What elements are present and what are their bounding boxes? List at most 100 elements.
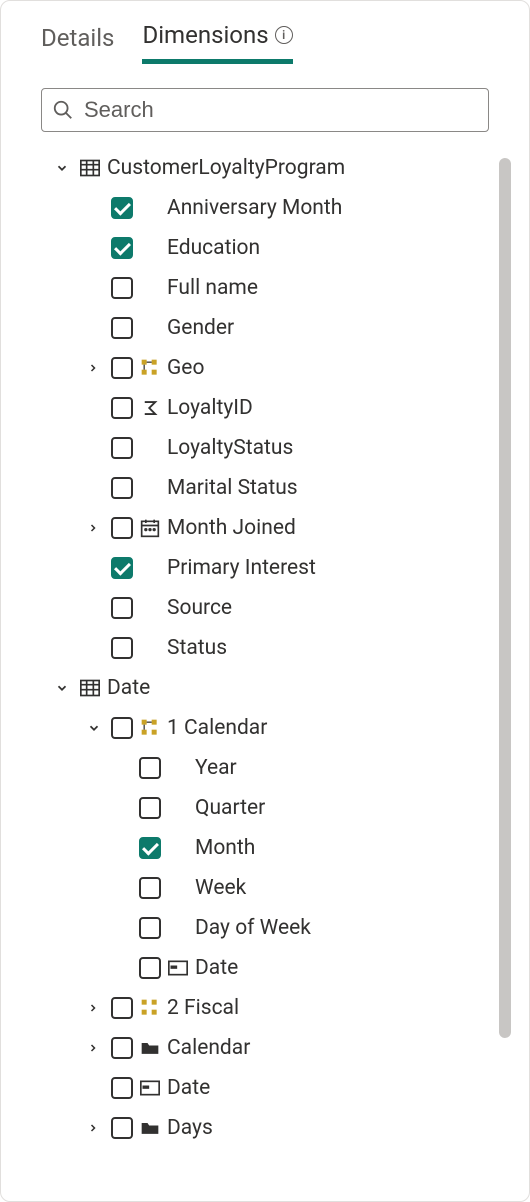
field-row[interactable]: Month Joined — [41, 508, 529, 548]
field-label: LoyaltyID — [167, 396, 253, 420]
checkbox[interactable] — [111, 477, 133, 499]
checkbox[interactable] — [111, 317, 133, 339]
chevron-down-icon[interactable] — [55, 681, 73, 695]
field-row[interactable]: 1 Calendar — [41, 708, 529, 748]
field-label: Date — [195, 956, 238, 980]
field-row[interactable]: Geo — [41, 348, 529, 388]
field-label: Quarter — [195, 796, 265, 820]
field-label: Status — [167, 636, 227, 660]
field-label: Primary Interest — [167, 556, 316, 580]
table-label: Date — [107, 676, 150, 700]
tab-bar: Details Dimensions i — [1, 21, 529, 64]
field-label: Days — [167, 1116, 213, 1140]
date-field-icon — [139, 1077, 161, 1099]
field-row[interactable]: Source — [41, 588, 529, 628]
field-label: Gender — [167, 316, 234, 340]
checkbox[interactable] — [111, 1117, 133, 1139]
field-row[interactable]: Year — [41, 748, 529, 788]
search-input[interactable] — [82, 96, 478, 124]
field-label: Source — [167, 596, 232, 620]
field-row[interactable]: Date — [41, 1068, 529, 1108]
table-row[interactable]: Date — [41, 668, 529, 708]
tab-dimensions[interactable]: Dimensions i — [142, 21, 292, 64]
field-row[interactable]: Status — [41, 628, 529, 668]
field-label: Calendar — [167, 1036, 250, 1060]
field-label: Geo — [167, 356, 204, 380]
checkbox[interactable] — [111, 397, 133, 419]
scrollbar[interactable] — [499, 158, 511, 1038]
table-row[interactable]: CustomerLoyaltyProgram — [41, 148, 529, 188]
folder-icon — [139, 1037, 161, 1059]
chevron-right-icon[interactable] — [87, 1122, 105, 1134]
field-label: LoyaltyStatus — [167, 436, 293, 460]
checkbox[interactable] — [139, 757, 161, 779]
info-icon[interactable]: i — [275, 26, 293, 44]
field-row[interactable]: Month — [41, 828, 529, 868]
checkbox[interactable] — [111, 437, 133, 459]
tab-details[interactable]: Details — [41, 21, 114, 64]
checkbox[interactable] — [111, 597, 133, 619]
checkbox[interactable] — [111, 717, 133, 739]
checkbox[interactable] — [111, 237, 133, 259]
checkbox[interactable] — [111, 1037, 133, 1059]
tab-dimensions-label: Dimensions — [142, 21, 268, 49]
table-icon — [79, 157, 101, 179]
search-container — [1, 64, 529, 148]
field-row[interactable]: 2 Fiscal — [41, 988, 529, 1028]
table-label: CustomerLoyaltyProgram — [107, 156, 345, 180]
field-row[interactable]: Quarter — [41, 788, 529, 828]
field-row[interactable]: Anniversary Month — [41, 188, 529, 228]
checkbox[interactable] — [111, 197, 133, 219]
field-row[interactable]: Marital Status — [41, 468, 529, 508]
checkbox[interactable] — [111, 357, 133, 379]
field-label: Anniversary Month — [167, 196, 342, 220]
tab-details-label: Details — [41, 24, 114, 52]
field-row[interactable]: Gender — [41, 308, 529, 348]
chevron-down-icon[interactable] — [55, 161, 73, 175]
field-row[interactable]: Education — [41, 228, 529, 268]
field-label: Month Joined — [167, 516, 296, 540]
chevron-right-icon[interactable] — [87, 522, 105, 534]
checkbox[interactable] — [139, 957, 161, 979]
chevron-down-icon[interactable] — [87, 721, 105, 735]
field-row[interactable]: LoyaltyID — [41, 388, 529, 428]
field-label: Full name — [167, 276, 258, 300]
field-label: Date — [167, 1076, 210, 1100]
dimension-tree: CustomerLoyaltyProgram Anniversary Month… — [41, 148, 529, 1201]
field-row[interactable]: LoyaltyStatus — [41, 428, 529, 468]
checkbox[interactable] — [111, 997, 133, 1019]
checkbox[interactable] — [111, 277, 133, 299]
field-row[interactable]: Full name — [41, 268, 529, 308]
chevron-right-icon[interactable] — [87, 1042, 105, 1054]
field-row[interactable]: Date — [41, 948, 529, 988]
checkbox[interactable] — [139, 837, 161, 859]
folder-icon — [139, 1117, 161, 1139]
checkbox[interactable] — [139, 877, 161, 899]
checkbox[interactable] — [139, 797, 161, 819]
checkbox[interactable] — [111, 557, 133, 579]
field-label: Week — [195, 876, 246, 900]
checkbox[interactable] — [111, 517, 133, 539]
checkbox[interactable] — [139, 917, 161, 939]
chevron-right-icon[interactable] — [87, 362, 105, 374]
checkbox[interactable] — [111, 637, 133, 659]
field-row[interactable]: Calendar — [41, 1028, 529, 1068]
field-label: 1 Calendar — [167, 716, 267, 740]
table-icon — [79, 677, 101, 699]
search-icon — [52, 99, 74, 121]
field-label: Day of Week — [195, 916, 311, 940]
field-row[interactable]: Day of Week — [41, 908, 529, 948]
calendar-icon — [139, 517, 161, 539]
field-label: 2 Fiscal — [167, 996, 239, 1020]
field-label: Marital Status — [167, 476, 298, 500]
field-row[interactable]: Week — [41, 868, 529, 908]
search-box[interactable] — [41, 88, 489, 132]
tree-container: CustomerLoyaltyProgram Anniversary Month… — [1, 148, 529, 1201]
field-label: Education — [167, 236, 260, 260]
field-row[interactable]: Primary Interest — [41, 548, 529, 588]
chevron-right-icon[interactable] — [87, 1002, 105, 1014]
hierarchy-icon — [139, 357, 161, 379]
checkbox[interactable] — [111, 1077, 133, 1099]
sigma-icon — [139, 397, 161, 419]
field-row[interactable]: Days — [41, 1108, 529, 1148]
